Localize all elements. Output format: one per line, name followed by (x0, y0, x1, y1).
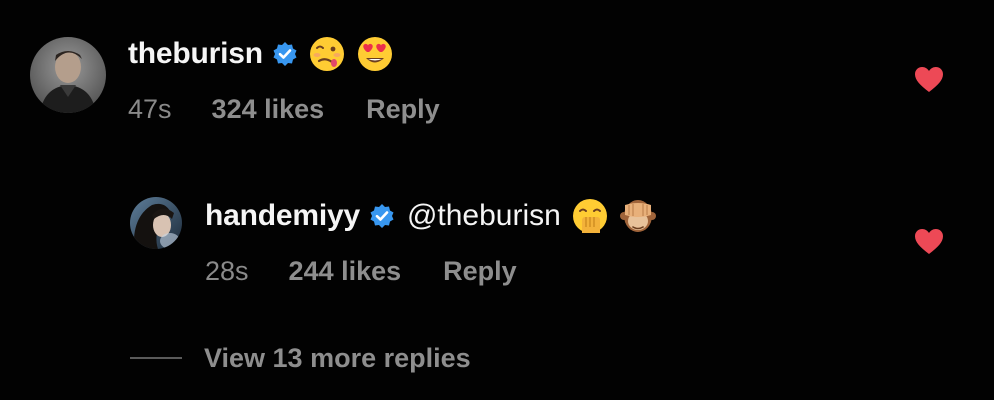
heart-icon[interactable] (914, 66, 944, 93)
mention-link[interactable]: @theburisn (407, 199, 561, 233)
woozy-face-emoji (308, 35, 346, 73)
timestamp: 47s (128, 93, 172, 124)
avatar[interactable] (30, 37, 106, 113)
avatar[interactable] (130, 197, 182, 249)
reply-button[interactable]: Reply (366, 94, 440, 125)
avatar-image (30, 37, 106, 113)
like-count[interactable]: 324 likes (212, 94, 325, 125)
verified-badge-icon (369, 203, 395, 229)
timestamp: 28s (205, 255, 249, 286)
username[interactable]: handemiyy (205, 199, 360, 233)
divider-line (130, 357, 182, 359)
reply-button[interactable]: Reply (443, 256, 517, 287)
comment-header: theburisn (128, 30, 394, 78)
comments-thread: theburisn 47s 324 likes Reply handemiyy … (0, 0, 994, 400)
see-no-evil-monkey-emoji (619, 197, 657, 235)
heart-icon[interactable] (914, 228, 944, 255)
comment-meta: 28s 244 likes Reply (205, 254, 517, 288)
heart-eyes-emoji (356, 35, 394, 73)
comment-meta: 47s 324 likes Reply (128, 92, 440, 126)
verified-badge-icon (272, 41, 298, 67)
view-more-replies-button[interactable]: View 13 more replies (130, 340, 471, 376)
hand-over-mouth-emoji (571, 197, 609, 235)
like-count[interactable]: 244 likes (289, 256, 402, 287)
view-more-replies-label: View 13 more replies (204, 342, 471, 373)
comment-header: handemiyy @theburisn (205, 193, 657, 239)
username[interactable]: theburisn (128, 37, 263, 71)
avatar-image (130, 197, 182, 249)
